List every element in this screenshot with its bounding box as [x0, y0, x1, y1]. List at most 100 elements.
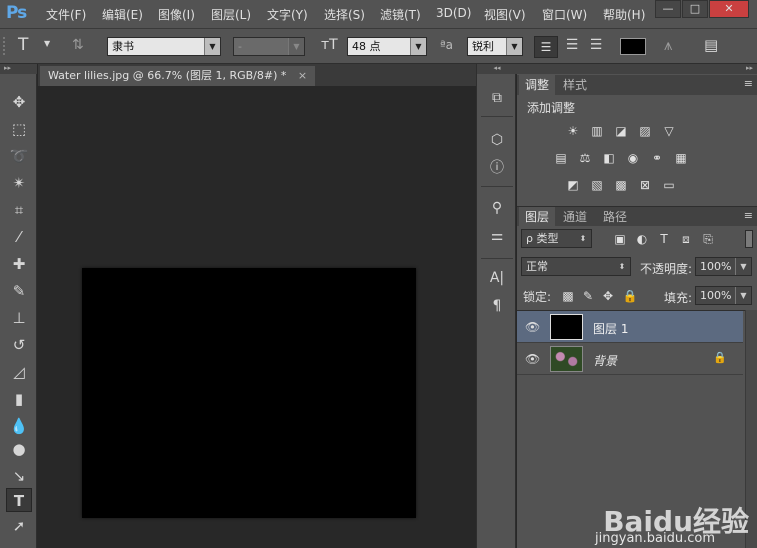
- color-lookup-icon[interactable]: ▦: [672, 150, 690, 166]
- healing-brush-tool-icon[interactable]: ✚: [6, 252, 32, 276]
- selective-color-icon[interactable]: ⊠: [636, 177, 654, 193]
- eraser-tool-icon[interactable]: ◿: [6, 360, 32, 384]
- threshold-icon[interactable]: ▩: [612, 177, 630, 193]
- black-white-icon[interactable]: ◧: [600, 150, 618, 166]
- exposure-icon[interactable]: ▨: [636, 123, 654, 139]
- menu-file[interactable]: 文件(F): [46, 6, 86, 23]
- dodge-tool-icon[interactable]: ●: [6, 437, 32, 461]
- panel-menu-icon[interactable]: ≡: [744, 77, 753, 90]
- menu-image[interactable]: 图像(I): [158, 6, 195, 23]
- magic-wand-tool-icon[interactable]: ✴: [6, 171, 32, 195]
- lock-pixels-icon[interactable]: ✎: [579, 288, 597, 304]
- path-selection-tool-icon[interactable]: ➚: [6, 514, 32, 538]
- eyedropper-tool-icon[interactable]: ⁄: [6, 225, 32, 249]
- align-right-icon[interactable]: ☰: [585, 37, 607, 53]
- brush-tool-icon[interactable]: ✎: [6, 279, 32, 303]
- layer-filter-select[interactable]: ρ 类型 ⬍: [521, 229, 592, 248]
- history-brush-tool-icon[interactable]: ↺: [6, 333, 32, 357]
- hue-saturation-icon[interactable]: ▤: [552, 150, 570, 166]
- text-orientation-icon[interactable]: ⇅: [72, 37, 84, 53]
- clone-stamp-tool-icon[interactable]: ⊥: [6, 306, 32, 330]
- close-icon[interactable]: ×: [298, 69, 307, 82]
- collapse-icon[interactable]: ▸▸: [0, 64, 37, 74]
- restore-button[interactable]: □: [682, 0, 708, 18]
- collapse-icon[interactable]: ◂◂: [477, 64, 517, 74]
- filter-smart-object-icon[interactable]: ⎘: [699, 231, 717, 247]
- grip-icon[interactable]: [3, 37, 8, 55]
- document-tab[interactable]: Water lilies.jpg @ 66.7% (图层 1, RGB/8#) …: [40, 66, 316, 86]
- 3d-panel-icon[interactable]: ⬡: [487, 130, 507, 150]
- lock-position-icon[interactable]: ✥: [599, 288, 617, 304]
- filter-type-icon[interactable]: T: [655, 231, 673, 247]
- lock-transparency-icon[interactable]: ▩: [559, 288, 577, 304]
- layer-name[interactable]: 图层 1: [593, 320, 628, 337]
- color-balance-icon[interactable]: ⚖: [576, 150, 594, 166]
- info-panel-icon[interactable]: ⓘ: [487, 158, 507, 178]
- character-panel-icon[interactable]: ▤: [704, 36, 718, 54]
- warp-text-icon[interactable]: ⩚: [664, 36, 672, 54]
- lasso-tool-icon[interactable]: ➰: [6, 144, 32, 168]
- filter-pixel-icon[interactable]: ▣: [611, 231, 629, 247]
- menu-edit[interactable]: 编辑(E): [102, 6, 143, 23]
- posterize-icon[interactable]: ▧: [588, 177, 606, 193]
- tool-presets-icon[interactable]: ⚌: [487, 226, 507, 246]
- pen-tool-icon[interactable]: ↘: [6, 464, 32, 488]
- font-family-select[interactable]: 隶书 ▼: [107, 37, 221, 56]
- lock-all-icon[interactable]: 🔒: [621, 288, 639, 304]
- layer-row[interactable]: 👁 背景 🔒: [517, 343, 743, 375]
- filter-adjustment-icon[interactable]: ◐: [633, 231, 651, 247]
- paragraph-panel-icon[interactable]: ¶: [487, 296, 507, 316]
- tab-styles[interactable]: 样式: [557, 75, 593, 95]
- history-panel-icon[interactable]: ⧉: [487, 88, 507, 108]
- antialias-select[interactable]: 锐利 ▼: [467, 37, 523, 56]
- menu-filter[interactable]: 滤镜(T): [380, 6, 421, 23]
- collapse-icon[interactable]: ▸▸: [517, 64, 757, 74]
- font-size-select[interactable]: 48 点 ▼: [347, 37, 427, 56]
- panel-menu-icon[interactable]: ≡: [744, 209, 753, 222]
- blur-tool-icon[interactable]: 💧: [6, 414, 32, 438]
- menu-type[interactable]: 文字(Y): [267, 6, 308, 23]
- visibility-eye-icon[interactable]: 👁: [525, 320, 540, 334]
- menu-help[interactable]: 帮助(H): [603, 6, 645, 23]
- levels-icon[interactable]: ▥: [588, 123, 606, 139]
- canvas-workspace[interactable]: [38, 86, 476, 548]
- align-center-icon[interactable]: ☰: [561, 37, 583, 53]
- opacity-input[interactable]: 100% ▼: [695, 257, 752, 276]
- brush-presets-icon[interactable]: ⚲: [487, 198, 507, 218]
- minimize-button[interactable]: —: [655, 0, 681, 18]
- document-canvas[interactable]: [82, 268, 416, 518]
- tab-channels[interactable]: 通道: [557, 207, 593, 227]
- chevron-down-icon[interactable]: ▼: [44, 39, 50, 48]
- curves-icon[interactable]: ◪: [612, 123, 630, 139]
- filter-toggle-switch[interactable]: [745, 230, 753, 248]
- menu-3d[interactable]: 3D(D): [436, 6, 471, 20]
- filter-shape-icon[interactable]: ⧈: [677, 231, 695, 247]
- gradient-tool-icon[interactable]: ▮: [6, 387, 32, 411]
- marquee-tool-icon[interactable]: ⬚: [6, 117, 32, 141]
- photo-filter-icon[interactable]: ◉: [624, 150, 642, 166]
- menu-layer[interactable]: 图层(L): [211, 6, 251, 23]
- tab-adjustments[interactable]: 调整: [519, 75, 556, 95]
- type-tool-icon[interactable]: T: [6, 488, 32, 512]
- blend-mode-select[interactable]: 正常 ⬍: [521, 257, 631, 276]
- close-button[interactable]: ✕: [709, 0, 749, 18]
- type-tool-preset-icon[interactable]: T: [18, 35, 28, 55]
- brightness-contrast-icon[interactable]: ☀: [564, 123, 582, 139]
- fill-input[interactable]: 100% ▼: [695, 286, 752, 305]
- menu-view[interactable]: 视图(V): [484, 6, 526, 23]
- font-style-select[interactable]: - ▼: [233, 37, 305, 56]
- invert-icon[interactable]: ◩: [564, 177, 582, 193]
- channel-mixer-icon[interactable]: ⚭: [648, 150, 666, 166]
- text-color-swatch[interactable]: [620, 38, 646, 55]
- layer-row[interactable]: 👁 图层 1: [517, 311, 743, 343]
- menu-select[interactable]: 选择(S): [324, 6, 365, 23]
- menu-window[interactable]: 窗口(W): [542, 6, 587, 23]
- crop-tool-icon[interactable]: ⌗: [6, 198, 32, 222]
- move-tool-icon[interactable]: ✥: [6, 90, 32, 114]
- layer-name[interactable]: 背景: [593, 352, 617, 369]
- visibility-eye-icon[interactable]: 👁: [525, 352, 540, 366]
- tab-layers[interactable]: 图层: [519, 207, 556, 227]
- align-left-icon[interactable]: ☰: [534, 36, 558, 58]
- character-panel-icon[interactable]: A|: [487, 268, 507, 288]
- gradient-map-icon[interactable]: ▭: [660, 177, 678, 193]
